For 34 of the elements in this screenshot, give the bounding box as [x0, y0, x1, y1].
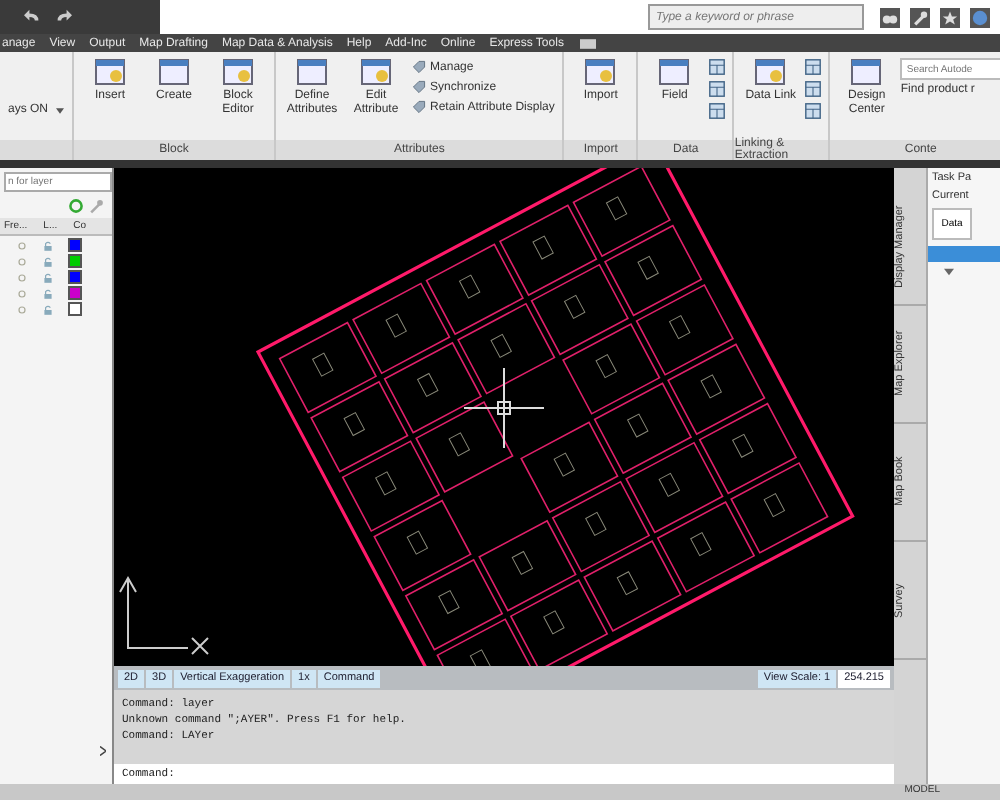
- wrench-icon[interactable]: [910, 7, 930, 27]
- color-swatch[interactable]: [68, 302, 82, 316]
- table-icon[interactable]: [804, 102, 823, 120]
- window-icon: [94, 58, 127, 86]
- window-icon: [158, 58, 191, 86]
- undo-icon[interactable]: [24, 8, 42, 26]
- window-icon: [360, 58, 393, 86]
- table-icon[interactable]: [708, 80, 727, 98]
- color-swatch[interactable]: [68, 286, 82, 300]
- axis-icon: [119, 576, 209, 655]
- expand-icon[interactable]: [944, 268, 954, 276]
- window-icon: [584, 58, 617, 86]
- binoculars-icon[interactable]: [880, 7, 900, 27]
- table-icon[interactable]: [708, 58, 727, 76]
- window-icon: [754, 58, 787, 86]
- caret-icon: [56, 107, 65, 113]
- refresh-icon[interactable]: [68, 198, 84, 214]
- table-icon[interactable]: [804, 80, 823, 98]
- star-icon[interactable]: [940, 7, 960, 27]
- table-icon[interactable]: [804, 58, 823, 76]
- color-swatch[interactable]: [68, 254, 82, 268]
- window-icon: [222, 58, 255, 86]
- table-icon[interactable]: [708, 102, 727, 120]
- redo-icon[interactable]: [54, 8, 72, 26]
- panel-footer: [0, 140, 73, 160]
- color-swatch[interactable]: [68, 238, 82, 252]
- window-icon: [296, 58, 329, 86]
- help-icon[interactable]: [970, 7, 990, 27]
- camera-icon[interactable]: [577, 33, 598, 53]
- window-icon: [850, 58, 883, 86]
- drawing-canvas[interactable]: [114, 168, 894, 666]
- color-swatch[interactable]: [68, 270, 82, 284]
- window-icon: [658, 58, 691, 86]
- crosshair-icon: [463, 367, 545, 449]
